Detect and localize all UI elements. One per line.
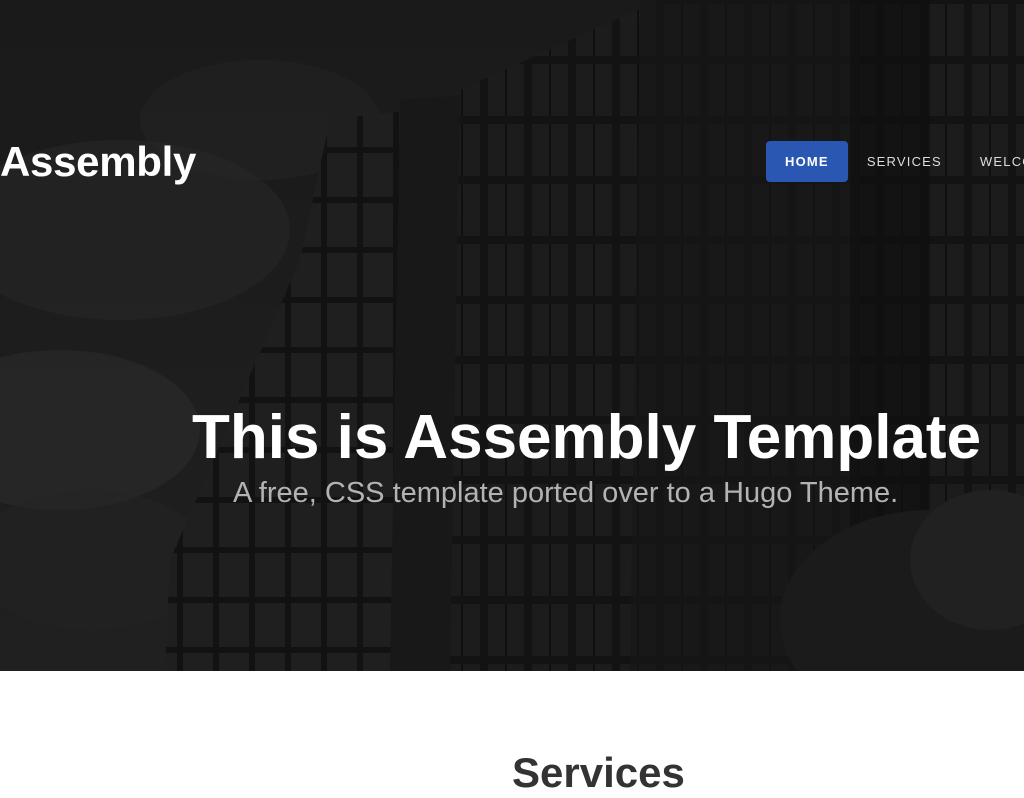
main-nav: HOME SERVICES WELCOME (766, 141, 1024, 182)
hero-subtitle: A free, CSS template ported over to a Hu… (233, 477, 899, 509)
hero-background-image (0, 0, 1024, 671)
services-heading: Services (512, 749, 685, 796)
nav-item-services[interactable]: SERVICES (848, 141, 961, 182)
hero-banner: Assembly HOME SERVICES WELCOME This is A… (0, 0, 1024, 671)
hero-title: This is Assembly Template (192, 403, 982, 472)
nav-item-welcome[interactable]: WELCOME (961, 141, 1024, 182)
site-logo[interactable]: Assembly (0, 138, 196, 186)
nav-item-home[interactable]: HOME (766, 141, 848, 182)
